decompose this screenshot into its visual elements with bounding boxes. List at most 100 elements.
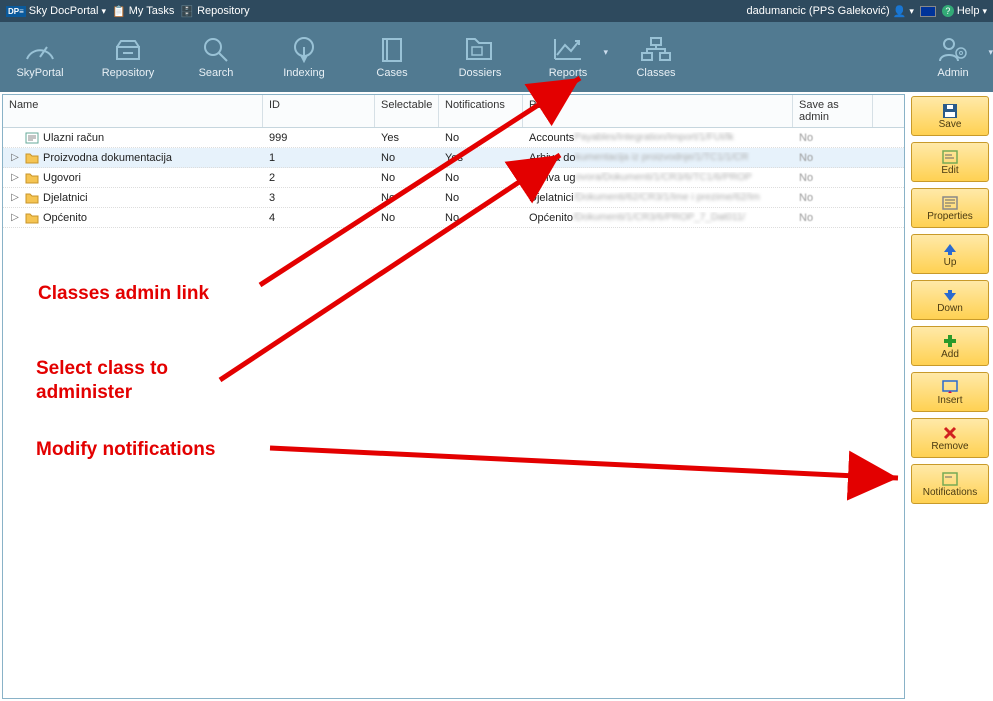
properties-icon — [942, 195, 958, 211]
nav-dossiers[interactable]: Dossiers — [450, 35, 510, 79]
col-save-as-admin[interactable]: Save as admin — [793, 95, 873, 127]
notifications-button[interactable]: Notifications — [911, 464, 989, 504]
app-logo-icon: DP≡ — [6, 6, 26, 17]
nav-classes[interactable]: Classes — [626, 35, 686, 79]
plus-icon — [943, 333, 957, 349]
my-tasks-link[interactable]: 📋 My Tasks — [112, 5, 174, 18]
row-selectable: Yes — [375, 132, 439, 144]
dropdown-caret-icon: ▾ — [603, 47, 608, 58]
annotation-text: Classes admin link — [38, 283, 209, 305]
nav-indexing[interactable]: Indexing — [274, 35, 334, 79]
annotation-text: Modify notifications — [36, 439, 215, 461]
caret-down-icon: ▾ — [909, 6, 914, 17]
folder-icon — [25, 172, 39, 184]
nav-repository[interactable]: Repository — [98, 35, 158, 79]
row-name: Ulazni račun — [43, 132, 104, 144]
properties-button[interactable]: Properties — [911, 188, 989, 228]
col-id[interactable]: ID — [263, 95, 375, 127]
row-name: Djelatnici — [43, 192, 88, 204]
hierarchy-icon — [639, 35, 673, 63]
ribbon-nav: SkyPortal Repository Search Indexing Cas… — [0, 22, 993, 92]
nav-reports[interactable]: ▾ Reports — [538, 35, 598, 79]
row-path: Djelatnici/Dokumenti/62/CR3/1/Ime i prez… — [523, 192, 793, 204]
row-notifications: No — [439, 212, 523, 224]
nav-skyportal[interactable]: SkyPortal — [10, 35, 70, 79]
save-button[interactable]: Save — [911, 96, 989, 136]
row-name: Ugovori — [43, 172, 81, 184]
table-row[interactable]: ▷Proizvodna dokumentacija1NoYesArhiva do… — [3, 148, 904, 168]
user-menu[interactable]: dadumancic (PPS Galeković) 👤 ▾ — [747, 5, 914, 18]
row-save-as-admin: No — [793, 192, 873, 204]
row-id: 999 — [263, 132, 375, 144]
touch-icon — [287, 35, 321, 63]
user-label: dadumancic (PPS Galeković) — [747, 5, 890, 17]
up-button[interactable]: Up — [911, 234, 989, 274]
caret-down-icon: ▾ — [982, 6, 987, 17]
col-path[interactable]: Path — [523, 95, 793, 127]
table-body: Ulazni račun999YesNoAccountsPayables/Int… — [3, 128, 904, 228]
remove-button[interactable]: Remove — [911, 418, 989, 458]
nav-search[interactable]: Search — [186, 35, 246, 79]
col-notifications[interactable]: Notifications — [439, 95, 523, 127]
save-icon — [942, 103, 958, 119]
folder-icon — [463, 35, 497, 63]
chart-icon — [551, 35, 585, 63]
col-name[interactable]: Name — [3, 95, 263, 127]
expand-toggle[interactable]: ▷ — [9, 192, 21, 203]
row-path: AccountsPayables/Integration/Import/1/FU… — [523, 132, 793, 144]
search-icon — [199, 35, 233, 63]
col-selectable[interactable]: Selectable — [375, 95, 439, 127]
notify-icon — [942, 471, 958, 487]
row-save-as-admin: No — [793, 132, 873, 144]
drawer-icon — [111, 35, 145, 63]
repository-link[interactable]: 🗄️ Repository — [180, 5, 249, 18]
nav-admin[interactable]: ▾ Admin — [923, 35, 983, 79]
row-selectable: No — [375, 172, 439, 184]
top-bar: DP≡ Sky DocPortal ▾ 📋 My Tasks 🗄️ Reposi… — [0, 0, 993, 22]
folder-icon — [25, 152, 39, 164]
nav-cases[interactable]: Cases — [362, 35, 422, 79]
user-icon: 👤 — [893, 5, 907, 18]
gauge-icon — [23, 35, 57, 63]
annotation-text: Select class to administer — [36, 357, 236, 405]
repository-label: Repository — [197, 5, 250, 17]
app-menu[interactable]: DP≡ Sky DocPortal ▾ — [6, 5, 106, 17]
app-name-label: Sky DocPortal — [29, 5, 99, 17]
row-name: Proizvodna dokumentacija — [43, 152, 172, 164]
flag-icon — [920, 6, 936, 17]
insert-icon — [942, 379, 958, 395]
book-icon — [375, 35, 409, 63]
language-menu[interactable] — [920, 6, 936, 17]
insert-button[interactable]: Insert — [911, 372, 989, 412]
dropdown-caret-icon: ▾ — [988, 47, 993, 58]
row-id: 2 — [263, 172, 375, 184]
arrow-up-icon — [942, 241, 958, 257]
edit-button[interactable]: Edit — [911, 142, 989, 182]
table-row[interactable]: ▷Općenito4NoNoOpćenito/Dokumenti/1/CR3/6… — [3, 208, 904, 228]
row-notifications: No — [439, 132, 523, 144]
add-button[interactable]: Add — [911, 326, 989, 366]
side-buttons: Save Edit Properties Up Down Add Insert … — [907, 92, 993, 701]
row-id: 1 — [263, 152, 375, 164]
row-selectable: No — [375, 212, 439, 224]
row-save-as-admin: No — [793, 152, 873, 164]
row-id: 3 — [263, 192, 375, 204]
row-id: 4 — [263, 212, 375, 224]
row-notifications: No — [439, 192, 523, 204]
table-row[interactable]: ▷Ugovori2NoNoArhiva ugovora/Dokumenti/1/… — [3, 168, 904, 188]
table-row[interactable]: ▷ Djelatnici 3 No NoDjelatnici/Dokumenti/62/… — [3, 188, 904, 208]
expand-toggle[interactable]: ▷ — [9, 172, 21, 183]
edit-icon — [942, 149, 958, 165]
down-button[interactable]: Down — [911, 280, 989, 320]
expand-toggle[interactable]: ▷ — [9, 152, 21, 163]
row-path: Arhiva dokumentacija iz proizvodnje/1/TC… — [523, 152, 793, 164]
my-tasks-label: My Tasks — [129, 5, 175, 17]
help-menu[interactable]: ? Help ▾ — [942, 5, 987, 17]
folder-icon — [25, 192, 39, 204]
expand-toggle[interactable]: ▷ — [9, 212, 21, 223]
table-row[interactable]: Ulazni račun999YesNoAccountsPayables/Int… — [3, 128, 904, 148]
table-header: Name ID Selectable Notifications Path Sa… — [3, 95, 904, 128]
row-name: Općenito — [43, 212, 87, 224]
help-label: Help — [957, 5, 980, 17]
row-save-as-admin: No — [793, 172, 873, 184]
